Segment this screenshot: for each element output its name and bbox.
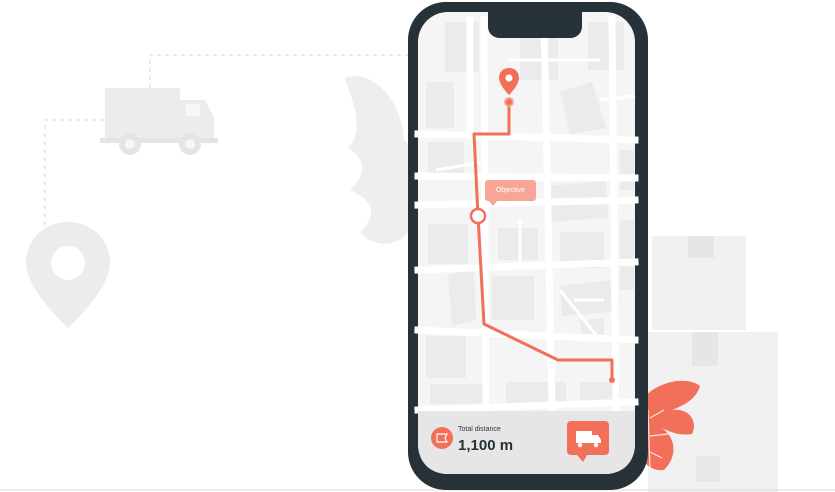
background-location-pin-icon — [26, 222, 110, 328]
route-end-dot — [609, 377, 615, 383]
objective-tooltip: Objective — [485, 180, 536, 206]
phone-notch — [488, 12, 582, 38]
route-waypoint[interactable] — [469, 207, 487, 225]
total-distance-label: Total distance — [458, 426, 501, 433]
total-distance-value: 1,100 m — [458, 437, 514, 454]
illustration — [0, 2, 835, 492]
background-leaf — [345, 76, 418, 244]
origin-flag-badge — [431, 427, 453, 449]
background-truck-icon — [100, 88, 218, 155]
flag-icon — [436, 433, 448, 443]
route-start-dot-center — [506, 99, 512, 105]
objective-tooltip-label: Objective — [495, 187, 526, 194]
